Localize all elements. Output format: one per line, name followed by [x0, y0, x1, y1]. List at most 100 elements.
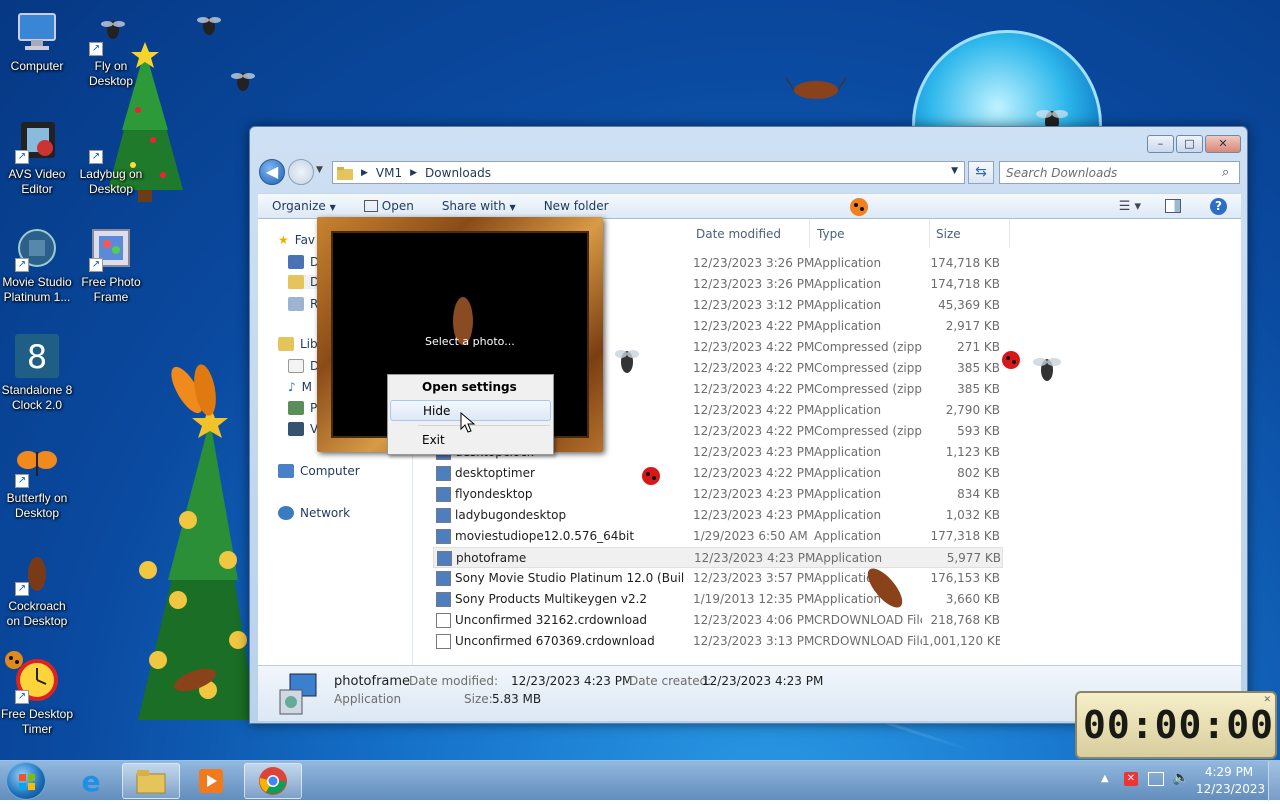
desktop-icon-free-photo-frame[interactable]: ↗ Free Photo Frame [74, 224, 148, 305]
organize-button[interactable]: Organize ▼ [258, 199, 350, 213]
nav-fav-item[interactable]: D [288, 255, 319, 269]
file-date: 12/23/2023 4:22 PM [693, 361, 815, 375]
organize-label: Organize [272, 199, 326, 213]
nav-computer[interactable]: Computer [278, 464, 360, 478]
nav-favorites[interactable]: ★ Fav [278, 233, 315, 247]
butterfly-icon [171, 364, 216, 416]
taskbar-date[interactable]: 12/23/2023 [1196, 782, 1265, 796]
nav-lib-item[interactable]: ♪ M [288, 380, 312, 394]
file-type: Application [814, 319, 882, 333]
file-type: Application [814, 403, 882, 417]
file-type: Application [814, 445, 882, 459]
desktop-icon-cockroach[interactable]: ↗ Cockroach on Desktop [0, 548, 74, 629]
taskbar-internet-explorer[interactable]: e [62, 763, 120, 799]
installer-icon [279, 673, 317, 715]
help-icon[interactable]: ? [1210, 197, 1227, 215]
open-icon [363, 200, 378, 212]
desktop-icon-butterfly[interactable]: ↗ Butterfly on Desktop [0, 440, 74, 521]
search-input[interactable]: Search Downloads [999, 161, 1240, 184]
close-button[interactable]: ✕ [1205, 135, 1241, 153]
search-icon[interactable]: ⌕ [1222, 165, 1229, 180]
file-name: Unconfirmed 32162.crdownload [455, 613, 648, 627]
recent-pages-chevron-icon[interactable]: ▼ [316, 165, 323, 175]
file-row[interactable]: desktoptimer 12/23/2023 4:22 PM Applicatio… [433, 463, 1003, 484]
file-type-icon [436, 613, 451, 628]
minimize-button[interactable]: – [1147, 135, 1174, 153]
file-size: 385 KB [957, 382, 1000, 396]
file-row[interactable]: moviestudiope12.0.576_64bit 1/29/2023 6:5… [433, 526, 1003, 547]
start-button[interactable] [6, 762, 46, 800]
desktop-icon-standalone-clock[interactable]: 8 Standalone 8 Clock 2.0 [0, 332, 74, 413]
breadcrumb-vm1[interactable]: VM1 [376, 166, 402, 180]
file-type-icon [436, 592, 451, 607]
address-bar[interactable]: ▶ VM1 ▶ Downloads ▼ [332, 161, 965, 184]
network-status-icon[interactable] [1148, 772, 1164, 786]
nav-lib-item[interactable]: Pi [288, 401, 320, 415]
show-desktop-button[interactable] [1268, 761, 1280, 801]
open-button[interactable]: Open [350, 199, 428, 213]
nav-libraries[interactable]: Libr [278, 337, 323, 351]
nav-fav-item[interactable]: R [288, 297, 318, 311]
star-icon: ★ [278, 233, 289, 247]
file-type: CRDOWNLOAD File [814, 634, 922, 648]
film-icon: ↗ [13, 116, 61, 164]
taskbar-windows-explorer[interactable] [122, 763, 180, 799]
nav-network[interactable]: Network [278, 506, 350, 520]
column-divider[interactable] [929, 219, 930, 247]
computer-icon [278, 464, 294, 478]
taskbar-time[interactable]: 4:29 PM [1200, 765, 1258, 779]
refresh-icon[interactable]: ⇆ [968, 161, 994, 184]
desktop-icon-movie-studio[interactable]: ↗ Movie Studio Platinum 1... [0, 224, 74, 305]
column-header-date[interactable]: Date modified [696, 227, 781, 241]
file-name: Sony Products Multikeygen v2.2 [455, 592, 648, 606]
file-size: 1,001,120 KB [922, 634, 1000, 648]
breadcrumb-downloads[interactable]: Downloads [425, 166, 491, 180]
file-row[interactable]: flyondesktop 12/23/2023 4:23 PM Applicatio… [433, 484, 1003, 505]
desktop-icon-avs-video-editor[interactable]: ↗ AVS Video Editor [0, 116, 74, 197]
file-name: photoframe [456, 551, 527, 565]
desktop-timer-widget[interactable]: 00:00:00 ✕ [1075, 691, 1277, 759]
internet-explorer-icon: e [81, 764, 101, 798]
menu-item-open-settings[interactable]: Open settings [390, 377, 551, 398]
share-with-button[interactable]: Share with ▼ [428, 199, 530, 213]
file-type-icon [436, 634, 451, 649]
column-divider[interactable] [1009, 219, 1010, 247]
show-hidden-icons-icon[interactable]: ▲ [1101, 773, 1109, 784]
media-player-icon [199, 769, 223, 793]
column-header-type[interactable]: Type [817, 227, 845, 241]
file-type-icon [436, 508, 451, 523]
windows-logo-icon [19, 774, 35, 790]
timer-close-icon[interactable]: ✕ [1263, 695, 1271, 705]
computer-icon [13, 8, 61, 56]
view-options-icon[interactable]: ☰ ▾ [1119, 199, 1141, 214]
forward-button[interactable] [288, 159, 314, 185]
address-dropdown-icon[interactable]: ▼ [951, 166, 958, 176]
file-size: 3,660 KB [945, 592, 1000, 606]
column-header-size[interactable]: Size [936, 227, 961, 241]
desktop-icon-label: Free Desktop Timer [0, 707, 74, 736]
action-center-icon[interactable]: ✕ [1124, 772, 1138, 786]
new-folder-button[interactable]: New folder [530, 199, 623, 213]
desktop-icon-label: Butterfly on Desktop [6, 491, 68, 520]
file-row[interactable]: Unconfirmed 670369.crdownload 12/23/2023 … [433, 631, 1003, 652]
butterfly-icon: ↗ [13, 440, 61, 488]
fly-icon [197, 17, 221, 35]
file-type-icon [436, 487, 451, 502]
taskbar-chrome[interactable] [244, 763, 302, 799]
preview-pane-icon[interactable] [1165, 199, 1181, 213]
file-type-icon [436, 466, 451, 481]
desktop-icon-label: Ladybug on Desktop [79, 167, 143, 196]
back-button[interactable]: ◀ [259, 159, 285, 185]
desktop-icon-ladybug[interactable]: ↗ Ladybug on Desktop [74, 116, 148, 197]
nav-lib-item[interactable]: D [288, 359, 319, 373]
taskbar-media-player[interactable] [182, 763, 240, 799]
movie-studio-icon: ↗ [13, 224, 61, 272]
column-divider[interactable] [809, 219, 810, 247]
desktop-icon-computer[interactable]: Computer [0, 8, 74, 74]
file-row[interactable]: ladybugondesktop 12/23/2023 4:23 PM Applic… [433, 505, 1003, 526]
maximize-button[interactable]: □ [1176, 135, 1203, 153]
desktop-icon-label: Free Photo Frame [81, 275, 141, 304]
file-date: 12/23/2023 3:13 PM [693, 634, 815, 648]
volume-muted-icon[interactable]: 🔈 [1172, 770, 1189, 786]
file-type: Application [814, 529, 882, 543]
